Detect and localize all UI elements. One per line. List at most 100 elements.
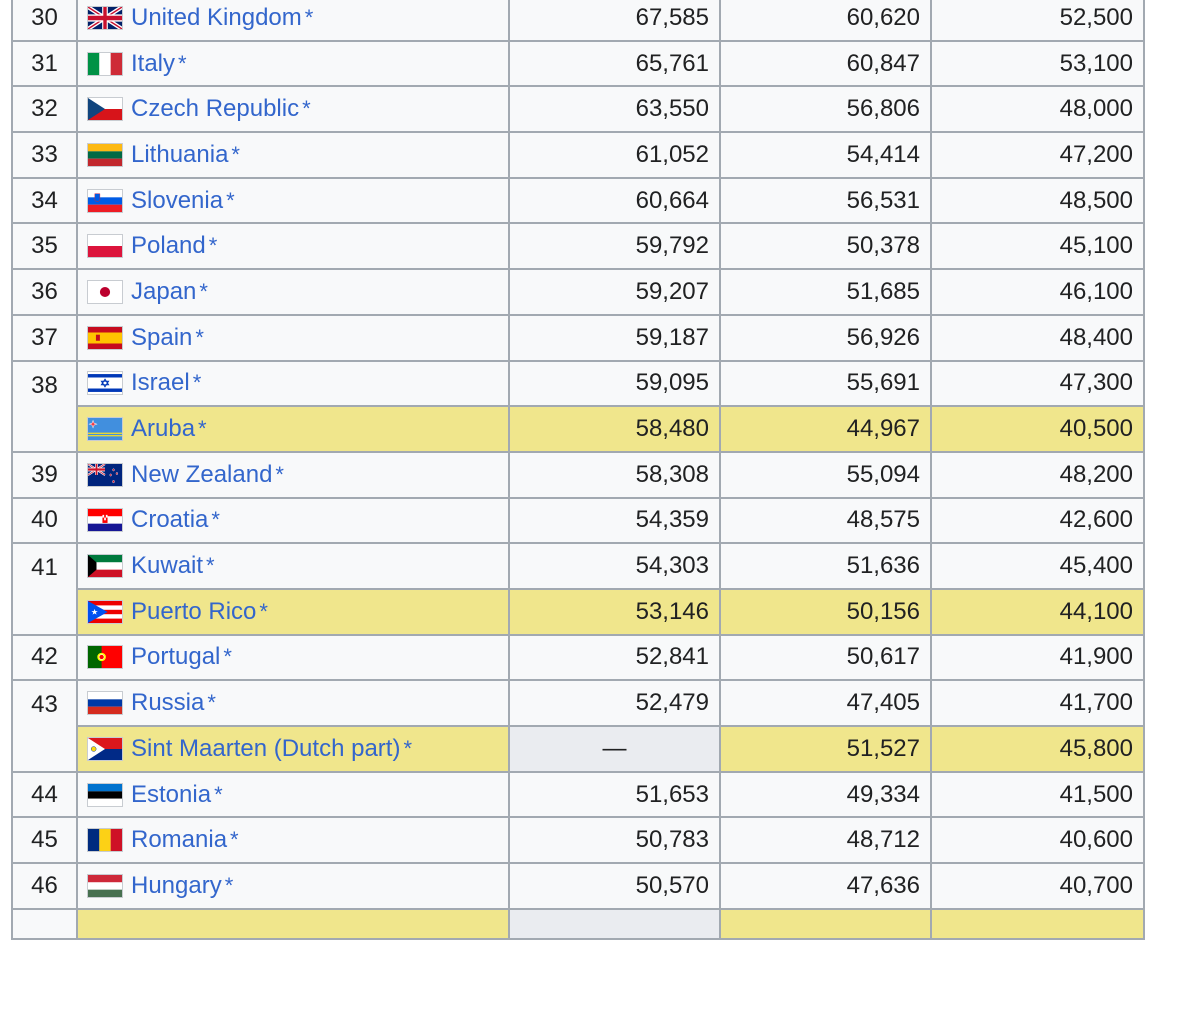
- footnote-star-link[interactable]: *: [259, 599, 268, 625]
- rank-cell: 31: [11, 39, 78, 88]
- country-cell: Poland *: [76, 222, 510, 271]
- gdp-value-cell-3: 45,100: [930, 222, 1145, 271]
- footnote-star-link[interactable]: *: [214, 782, 223, 808]
- rank-cell: 43: [11, 679, 78, 773]
- rank-cell: 33: [11, 131, 78, 179]
- hungary-flag-icon: [88, 874, 122, 897]
- country-link[interactable]: Portugal: [131, 643, 220, 671]
- gdp-value-cell-3: 41,700: [930, 679, 1145, 727]
- footnote-star-link[interactable]: *: [305, 5, 314, 31]
- gdp-value-cell-1: 58,308: [508, 450, 721, 499]
- country-cell: Estonia *: [76, 770, 510, 819]
- country-link[interactable]: Spain: [131, 324, 192, 352]
- rank-cell: 39: [11, 450, 78, 499]
- gdp-value-cell-2: 49,334: [719, 770, 932, 819]
- gdp-value-cell-3: 40,500: [930, 405, 1145, 453]
- footnote-star-link[interactable]: *: [195, 325, 204, 351]
- country-link[interactable]: Slovenia: [131, 187, 223, 215]
- table-body: 30 United Kingdom * 67,585 60,620 52,500 31 Ita…: [11, 0, 1145, 940]
- gdp-value-cell-3: 48,400: [930, 313, 1145, 362]
- aruba-flag-icon: [88, 418, 122, 441]
- footnote-star-link[interactable]: *: [230, 827, 239, 853]
- gdp-value-cell-2: 44,967: [719, 405, 932, 453]
- gdp-value-cell-3: 45,400: [930, 542, 1145, 590]
- portugal-flag-icon: [88, 646, 122, 669]
- gdp-value-cell-1: 51,653: [508, 770, 721, 819]
- table-row: 40 Croatia * 54,359 48,575 42,600: [11, 496, 1145, 545]
- country-link[interactable]: Estonia: [131, 781, 211, 809]
- table-row: 45 Romania * 50,783 48,712 40,600: [11, 816, 1145, 865]
- country-link[interactable]: Poland: [131, 232, 206, 260]
- lithuania-flag-icon: [88, 143, 122, 166]
- rank-cell: 34: [11, 176, 78, 225]
- country-link[interactable]: Hungary: [131, 872, 222, 900]
- gdp-value-cell-2: 60,847: [719, 39, 932, 88]
- gdp-ranking-table: 30 United Kingdom * 67,585 60,620 52,500 31 Ita…: [11, 0, 1145, 940]
- gdp-value-cell-3: 46,100: [930, 268, 1145, 316]
- gdp-value-cell-2: 50,378: [719, 222, 932, 271]
- country-link[interactable]: Croatia: [131, 506, 208, 534]
- rank-cell: 36: [11, 268, 78, 316]
- sint-maarten-flag-icon: [88, 737, 122, 760]
- country-link[interactable]: Israel: [131, 369, 190, 397]
- country-cell: Croatia *: [76, 496, 510, 545]
- rank-cell: 30: [11, 0, 78, 42]
- footnote-star-link[interactable]: *: [302, 96, 311, 122]
- gdp-value-cell-2: 56,806: [719, 85, 932, 134]
- gdp-value-cell-2: 47,636: [719, 862, 932, 910]
- gdp-value-cell-2: 55,094: [719, 450, 932, 499]
- footnote-star-link[interactable]: *: [226, 188, 235, 214]
- footnote-star-link[interactable]: *: [206, 553, 215, 579]
- country-cell: Czech Republic *: [76, 85, 510, 134]
- country-cell: Puerto Rico *: [76, 587, 510, 636]
- gdp-value-cell-1: 59,792: [508, 222, 721, 271]
- footnote-star-link[interactable]: *: [275, 462, 284, 488]
- country-cell: Italy *: [76, 39, 510, 88]
- footnote-star-link[interactable]: *: [199, 279, 208, 305]
- gdp-value-cell-2: 47,405: [719, 679, 932, 727]
- gdp-value-cell-2: 55,691: [719, 359, 932, 408]
- country-link[interactable]: Japan: [131, 278, 196, 306]
- country-cell: New Zealand *: [76, 450, 510, 499]
- gdp-value-cell-1: 61,052: [508, 131, 721, 179]
- footnote-star-link[interactable]: *: [225, 873, 234, 899]
- footnote-star-link[interactable]: *: [211, 507, 220, 533]
- slovenia-flag-icon: [88, 189, 122, 212]
- footnote-star-link[interactable]: *: [193, 370, 202, 396]
- gdp-value-cell-2: 48,575: [719, 496, 932, 545]
- gdp-value-cell-1: 67,585: [508, 0, 721, 42]
- footnote-star-link[interactable]: *: [178, 51, 187, 77]
- table-row: 46 Hungary * 50,570 47,636 40,700: [11, 862, 1145, 910]
- table-row-partial: [11, 907, 1145, 940]
- gdp-value-cell-1: 54,359: [508, 496, 721, 545]
- footnote-star-link[interactable]: *: [223, 644, 232, 670]
- footnote-star-link[interactable]: *: [231, 142, 240, 168]
- footnote-star-link[interactable]: *: [198, 416, 207, 442]
- country-link[interactable]: Kuwait: [131, 552, 203, 580]
- gdp-value-cell-3: 44,100: [930, 587, 1145, 636]
- country-cell: Kuwait *: [76, 542, 510, 590]
- country-cell: Sint Maarten (Dutch part) *: [76, 725, 510, 773]
- country-link[interactable]: Romania: [131, 826, 227, 854]
- country-link[interactable]: Puerto Rico: [131, 598, 256, 626]
- gdp-value-cell-1: 54,303: [508, 542, 721, 590]
- table-row: 42 Portugal * 52,841 50,617 41,900: [11, 633, 1145, 682]
- table-row: 35 Poland * 59,792 50,378 45,100: [11, 222, 1145, 271]
- country-link[interactable]: Russia: [131, 689, 204, 717]
- country-link[interactable]: Lithuania: [131, 141, 228, 169]
- country-link[interactable]: Italy: [131, 50, 175, 78]
- table-row: 38 Israel * 59,095 55,691 47,300: [11, 359, 1145, 453]
- footnote-star-link[interactable]: *: [207, 690, 216, 716]
- gdp-value-cell-3: 48,200: [930, 450, 1145, 499]
- footnote-star-link[interactable]: *: [209, 233, 218, 259]
- country-link[interactable]: Aruba: [131, 415, 195, 443]
- country-link[interactable]: New Zealand: [131, 461, 272, 489]
- gdp-value-cell-1: 63,550: [508, 85, 721, 134]
- footnote-star-link[interactable]: *: [403, 736, 412, 762]
- country-link[interactable]: United Kingdom: [131, 4, 302, 32]
- croatia-flag-icon: [88, 509, 122, 532]
- partial-cell: [11, 907, 78, 940]
- gdp-value-cell-1: 50,783: [508, 816, 721, 865]
- country-link[interactable]: Czech Republic: [131, 95, 299, 123]
- country-link[interactable]: Sint Maarten (Dutch part): [131, 735, 400, 763]
